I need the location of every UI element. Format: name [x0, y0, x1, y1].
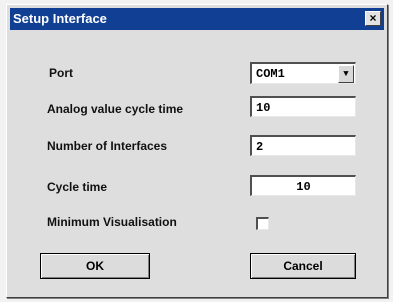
port-select[interactable]: COM1 ▼ [250, 62, 356, 84]
analog-cycle-input[interactable]: 10 [250, 96, 356, 117]
setup-interface-dialog: Setup Interface × Port COM1 ▼ Analog val… [6, 4, 388, 298]
num-interfaces-input[interactable]: 2 [250, 135, 356, 156]
close-icon[interactable]: × [365, 11, 381, 26]
num-interfaces-label: Number of Interfaces [47, 139, 168, 153]
ok-button[interactable]: OK [40, 253, 150, 279]
port-label: Port [49, 66, 73, 80]
min-visualisation-checkbox[interactable] [256, 217, 269, 230]
cancel-button[interactable]: Cancel [250, 253, 356, 279]
min-visualisation-label: Minimum Visualisation [47, 215, 177, 229]
analog-cycle-label: Analog value cycle time [47, 102, 184, 116]
dialog-title: Setup Interface [13, 11, 107, 26]
cycle-time-label: Cycle time [47, 180, 108, 194]
cycle-time-input[interactable]: 10 [250, 175, 356, 196]
chevron-down-icon[interactable]: ▼ [338, 65, 354, 83]
port-select-value: COM1 [256, 67, 285, 81]
title-bar: Setup Interface × [10, 8, 384, 30]
